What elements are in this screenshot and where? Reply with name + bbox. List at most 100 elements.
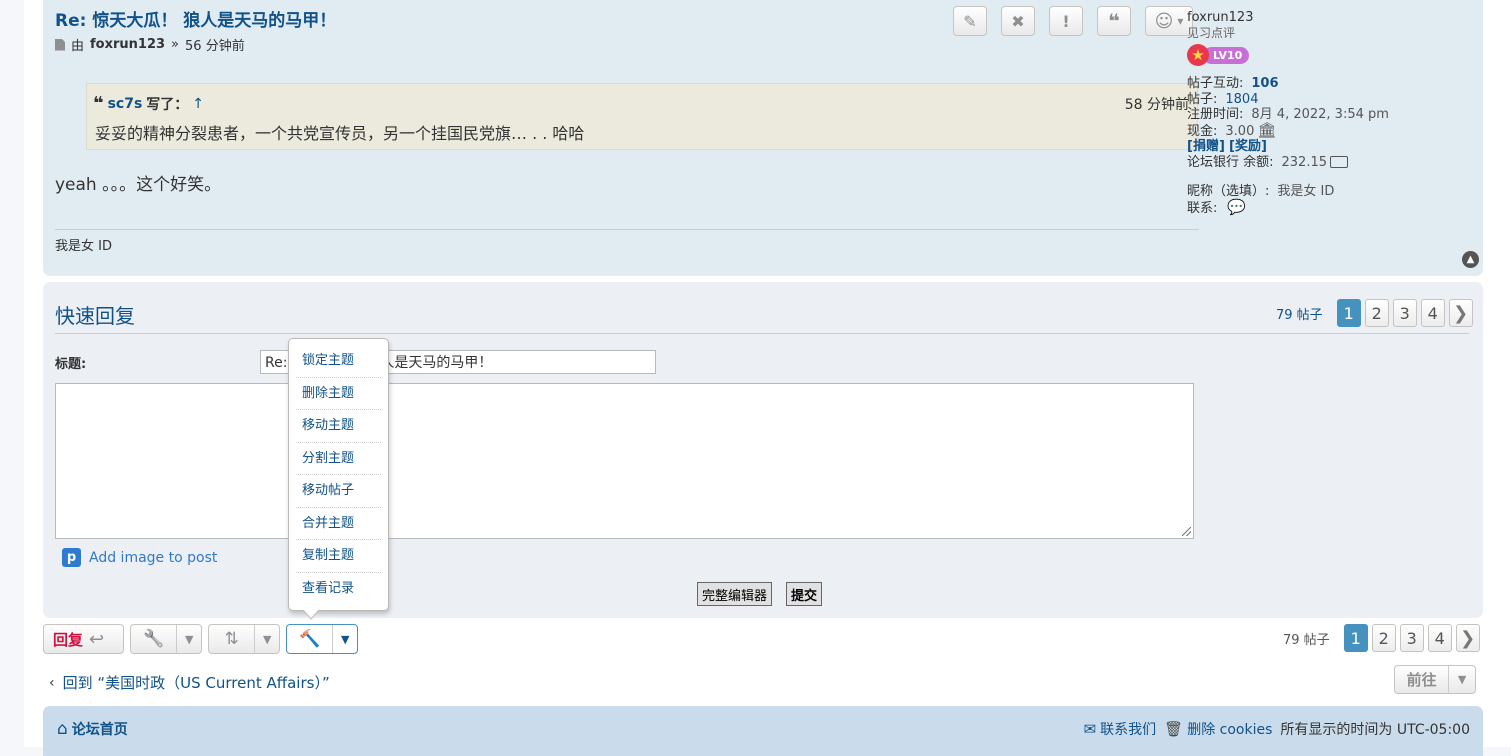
page-2-bottom[interactable]: 2 <box>1371 624 1396 652</box>
menu-item-delete-topic[interactable]: 删除主题 <box>296 378 381 410</box>
profile-posts: 帖子: 1804 <box>1187 91 1259 107</box>
profile-interactions: 帖子互动: 106 <box>1187 76 1279 91</box>
next-page-icon-bottom[interactable]: ❯ <box>1455 624 1480 652</box>
post-profile: foxrun123 见习点评 ★ LV10 帖子互动: 106 帖子: 1804 注… <box>1187 10 1427 216</box>
jump-to-button[interactable]: 前往 ▼ <box>1394 665 1476 694</box>
profile-cash: 现金: 3.00 🏛 <box>1187 120 1277 139</box>
delete-button[interactable]: ✖ <box>1001 6 1035 36</box>
board-index-link[interactable]: ⌂ 论坛首页 <box>57 719 128 739</box>
reply-button[interactable]: 回复 ↩ <box>43 624 124 654</box>
post-by-prefix: 由 <box>71 39 85 54</box>
chevron-down-icon: ▼ <box>1448 666 1475 693</box>
reply-label: 回复 <box>53 630 84 649</box>
page: Re: 惊天大瓜！ 狼人是天马的马甲！ 由 foxrun123 » 56 分钟前… <box>0 0 1511 756</box>
trash-icon: 🗑 <box>1164 720 1184 738</box>
profile-rank: 见习点评 <box>1187 26 1236 40</box>
post-icon[interactable] <box>55 38 65 51</box>
edit-button[interactable]: ✎ <box>953 6 987 36</box>
submit-button[interactable]: 提交 <box>786 582 823 606</box>
menu-item-merge-topic[interactable]: 合并主题 <box>296 508 381 540</box>
donate-link[interactable]: [捐赠] <box>1187 139 1225 154</box>
quote-body: 妥妥的精神分裂患者，一个共党宣传员，另一个挂国民党旗… . . 哈哈 <box>95 124 585 143</box>
footer-navbar: ⌂ 论坛首页 ✉ 联系我们 🗑 删除 cookies 所有显示的时间为 UTC-… <box>43 706 1483 756</box>
post-buttons: ✎ ✖ ! ❝ ☺ ▾ <box>953 6 1193 36</box>
quote-icon: ❝ <box>1108 9 1120 33</box>
timezone-note: 所有显示的时间为 UTC-05:00 <box>1280 722 1470 738</box>
page-1-bottom[interactable]: 1 <box>1343 624 1368 652</box>
add-image-link[interactable]: p Add image to post <box>62 548 217 567</box>
quote-source-arrow-icon[interactable]: ↑ <box>192 96 204 112</box>
page-4-bottom[interactable]: 4 <box>1427 624 1452 652</box>
star-icon: ★ <box>1187 44 1209 66</box>
menu-item-split-topic[interactable]: 分割主题 <box>296 443 381 475</box>
cash-value: 3.00 <box>1225 123 1255 139</box>
bank-balance: 232.15 <box>1281 154 1328 170</box>
left-margin <box>0 0 24 747</box>
level-badge: ★ LV10 <box>1187 44 1427 66</box>
message-textarea[interactable] <box>55 383 1194 539</box>
board-index-label: 论坛首页 <box>71 722 128 738</box>
post-body: yeah 。。。这个好笑。 <box>55 175 222 195</box>
page-4[interactable]: 4 <box>1420 299 1445 327</box>
wrench-icon: 🔧 <box>143 629 165 649</box>
menu-item-move-posts[interactable]: 移动帖子 <box>296 475 381 508</box>
report-button[interactable]: ! <box>1049 6 1083 36</box>
pencil-icon: ✎ <box>963 11 977 31</box>
gavel-icon: 🔨 <box>299 629 321 649</box>
chevron-down-icon: ▼ <box>254 625 279 653</box>
menu-item-view-logs[interactable]: 查看记录 <box>296 573 381 606</box>
post-sep: » <box>171 37 180 52</box>
chat-icon[interactable]: 💬 <box>1227 198 1246 216</box>
moderator-tools-button[interactable]: 🔨 ▼ <box>286 624 358 654</box>
topic-tools-button[interactable]: 🔧 ▼ <box>130 624 202 654</box>
envelope-icon: ✉ <box>1083 720 1097 738</box>
quote-mark-icon: ❝ <box>93 93 104 114</box>
back-to-top-icon[interactable]: ▲ <box>1462 251 1479 268</box>
reaction-button[interactable]: ☺ ▾ <box>1145 6 1193 36</box>
reward-link[interactable]: [奖励] <box>1229 139 1267 154</box>
page-2[interactable]: 2 <box>1364 299 1389 327</box>
signature-divider <box>55 229 1199 230</box>
nickname-value: 我是女 ID <box>1277 184 1335 199</box>
profile-contact: 联系: 💬 <box>1187 197 1247 216</box>
menu-item-move-topic[interactable]: 移动主题 <box>296 410 381 443</box>
quote-author[interactable]: sc7s <box>108 96 143 112</box>
post-title[interactable]: Re: 惊天大瓜！ 狼人是天马的马甲！ <box>55 6 336 31</box>
post-author[interactable]: foxrun123 <box>90 37 165 52</box>
action-bar: 回复 ↩ 🔧 ▼ ⇅ ▼ 🔨 ▼ <box>43 624 358 654</box>
page-1[interactable]: 1 <box>1336 299 1361 327</box>
reply-arrow-icon: ↩ <box>89 628 105 650</box>
post-meta: 由 foxrun123 » 56 分钟前 <box>55 35 245 54</box>
chevron-down-icon: ▼ <box>176 625 201 653</box>
bottom-pagination: 79 帖子 1 2 3 4 ❯ <box>1283 624 1480 652</box>
posts-value[interactable]: 1804 <box>1225 92 1258 107</box>
subject-label: 标题: <box>55 357 87 372</box>
quote-button[interactable]: ❝ <box>1097 6 1131 36</box>
next-page-icon[interactable]: ❯ <box>1448 299 1473 327</box>
profile-donate-reward: [捐赠] [奖励] <box>1187 139 1427 155</box>
exclamation-icon: ! <box>1062 11 1070 31</box>
menu-item-copy-topic[interactable]: 复制主题 <box>296 540 381 573</box>
back-to-forum-link[interactable]: ‹ 回到 “美国时政（US Current Affairs）” <box>49 672 330 693</box>
page-3[interactable]: 3 <box>1392 299 1417 327</box>
menu-pointer <box>303 610 319 620</box>
page-3-bottom[interactable]: 3 <box>1399 624 1424 652</box>
interactions-value[interactable]: 106 <box>1251 76 1278 91</box>
sort-icon: ⇅ <box>224 629 239 649</box>
chevron-down-icon: ▼ <box>332 625 357 653</box>
smiley-icon: ☺ <box>1154 10 1174 32</box>
contact-us-link[interactable]: ✉ 联系我们 <box>1084 719 1157 739</box>
sort-button[interactable]: ⇅ ▼ <box>208 624 280 654</box>
menu-item-lock-topic[interactable]: 锁定主题 <box>296 345 381 378</box>
delete-cookies-link[interactable]: 🗑 删除 cookies <box>1164 719 1272 739</box>
level-label: LV10 <box>1203 46 1250 64</box>
resize-handle-icon[interactable] <box>1182 527 1191 536</box>
footer-links: ✉ 联系我们 🗑 删除 cookies 所有显示的时间为 UTC-05:00 <box>1084 719 1470 739</box>
profile-bank: 论坛银行 余额: 232.15 <box>1187 155 1427 171</box>
quick-reply-divider <box>55 333 1469 334</box>
profile-nickname: 昵称（选填）: 我是女 ID <box>1187 184 1335 199</box>
profile-username[interactable]: foxrun123 <box>1187 10 1427 25</box>
profile-joined: 注册时间: 8月 4, 2022, 3:54 pm <box>1187 107 1389 122</box>
full-editor-button[interactable]: 完整编辑器 <box>697 582 773 606</box>
money-icon <box>1330 156 1349 168</box>
